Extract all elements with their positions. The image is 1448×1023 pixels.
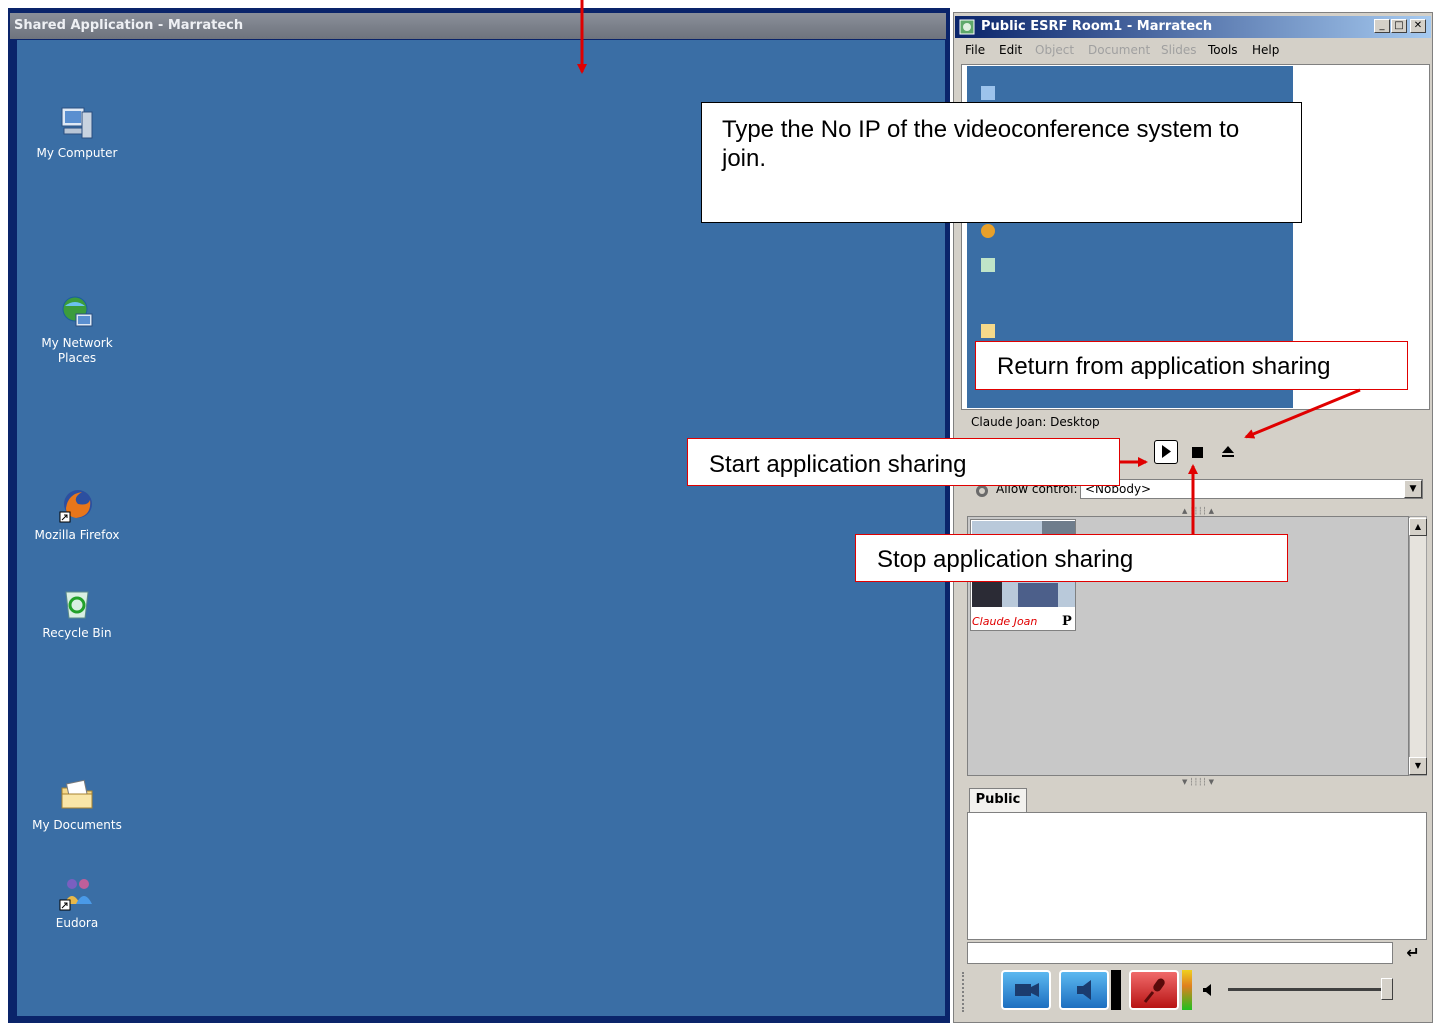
return-arrow [1244, 388, 1361, 439]
annotation-arrows [577, 0, 1361, 534]
